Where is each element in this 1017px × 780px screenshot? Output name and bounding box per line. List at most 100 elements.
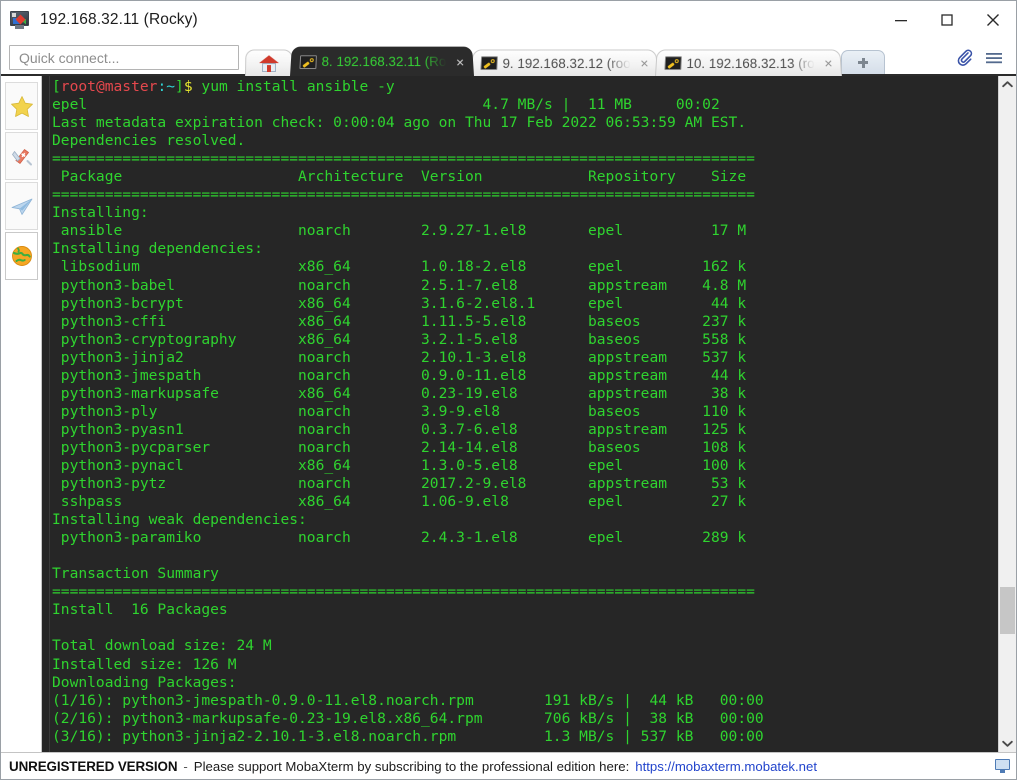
mobaxterm-website-link[interactable]: https://mobaxterm.mobatek.net <box>635 759 817 774</box>
terminal-line: ========================================… <box>52 583 755 601</box>
terminal-line: (2/16): python3-markupsafe-0.23-19.el8.x… <box>52 709 764 727</box>
terminal-line: python3-ply noarch 3.9-9.el8 baseos 110 … <box>52 402 747 420</box>
maximize-button[interactable] <box>924 1 970 39</box>
tab-session-10[interactable]: 10. 192.168.32.13 (ro × <box>654 49 843 76</box>
plus-icon <box>858 57 869 68</box>
terminal-line: python3-paramiko noarch 2.4.3-1.el8 epel… <box>52 529 747 547</box>
window-controls <box>878 1 1016 39</box>
terminal-line: epel 4.7 MB/s | 11 MB 00:02 <box>52 96 720 114</box>
sidebar-item-favorites[interactable] <box>5 82 38 130</box>
star-icon <box>10 95 33 117</box>
scrollbar-up-button[interactable] <box>999 76 1016 93</box>
terminal-line: (1/16): python3-jmespath-0.9.0-11.el8.no… <box>52 691 764 709</box>
ssh-key-icon <box>480 56 498 71</box>
sidebar-item-tools[interactable] <box>5 132 38 180</box>
home-icon <box>259 54 279 72</box>
tab-session-8[interactable]: 8. 192.168.32.11 (Ro × <box>290 46 474 76</box>
terminal-line: Transaction Summary <box>52 565 219 583</box>
scrollbar-thumb[interactable] <box>1000 587 1015 634</box>
tab-label: 10. 192.168.32.13 (ro <box>686 55 815 71</box>
terminal-left-gutter <box>42 76 50 752</box>
status-message: Please support MobaXterm by subscribing … <box>193 758 630 774</box>
scrollbar-track[interactable] <box>999 93 1016 735</box>
sidebar-item-sftp-send[interactable] <box>5 182 38 230</box>
prompt-sigil: $ <box>183 78 193 95</box>
status-dash: - <box>183 758 188 774</box>
globe-icon <box>11 246 32 266</box>
close-button[interactable] <box>970 1 1016 39</box>
main-body: [root@master:~]$ yum install ansible -y … <box>1 76 1016 752</box>
terminal-line: ========================================… <box>52 186 755 204</box>
close-icon <box>987 14 999 26</box>
ssh-key-icon <box>299 54 317 69</box>
attach-file-button[interactable] <box>953 46 979 70</box>
tab-session-9[interactable]: 9. 192.168.32.12 (roo × <box>470 49 658 76</box>
tab-home[interactable] <box>245 49 293 76</box>
tab-close-button[interactable]: × <box>820 55 837 71</box>
window-title: 192.168.32.11 (Rocky) <box>40 11 198 28</box>
prompt-command: yum install ansible -y <box>192 78 395 95</box>
terminal-line: python3-jmespath noarch 0.9.0-11.el8 app… <box>52 366 747 384</box>
display-icon[interactable] <box>995 759 1010 773</box>
scrollbar-down-button[interactable] <box>999 735 1016 752</box>
tab-label: 8. 192.168.32.11 (Ro <box>321 54 447 70</box>
terminal-output[interactable]: [root@master:~]$ yum install ansible -y … <box>50 76 998 752</box>
terminal-line: Last metadata expiration check: 0:00:04 … <box>52 114 747 132</box>
left-sidebar <box>1 76 42 752</box>
tab-close-button[interactable]: × <box>636 55 653 71</box>
hamburger-menu-icon <box>986 53 1002 64</box>
terminal-line: Installed size: 126 M <box>52 655 237 673</box>
unregistered-label: UNREGISTERED VERSION <box>9 758 178 774</box>
paper-plane-icon <box>11 198 32 215</box>
terminal-line: python3-pyasn1 noarch 0.3.7-6.el8 appstr… <box>52 420 747 438</box>
terminal-line: Package Architecture Version Repository … <box>52 168 747 186</box>
tab-close-button[interactable]: × <box>452 54 469 70</box>
chevron-up-icon <box>1002 81 1013 88</box>
swiss-army-knife-icon <box>11 148 32 165</box>
main-menu-button[interactable] <box>981 46 1007 70</box>
terminal-line: python3-bcrypt x86_64 3.1.6-2.el8.1 epel… <box>52 294 747 312</box>
status-bar: UNREGISTERED VERSION - Please support Mo… <box>1 752 1016 779</box>
terminal-scrollbar[interactable] <box>998 76 1016 752</box>
title-bar: 192.168.32.11 (Rocky) <box>1 1 1016 39</box>
terminal-line: Dependencies resolved. <box>52 132 246 150</box>
terminal-line: python3-babel noarch 2.5.1-7.el8 appstre… <box>52 276 747 294</box>
terminal-line: libsodium x86_64 1.0.18-2.el8 epel 162 k <box>52 258 747 276</box>
terminal-line: Install 16 Packages <box>52 601 228 619</box>
prompt-bracket-open: [ <box>52 78 61 95</box>
mobaxterm-logo-icon <box>10 10 31 30</box>
maximize-icon <box>941 14 953 26</box>
terminal-prompt-line: [root@master:~]$ yum install ansible -y <box>52 78 998 96</box>
prompt-bracket-close: ] <box>175 78 184 95</box>
prompt-user-host: root@master <box>60 78 158 95</box>
terminal-line: python3-markupsafe x86_64 0.23-19.el8 ap… <box>52 384 747 402</box>
minimize-button[interactable] <box>878 1 924 39</box>
minimize-icon <box>895 20 907 22</box>
chevron-down-icon <box>1002 740 1013 747</box>
terminal-line: ansible noarch 2.9.27-1.el8 epel 17 M <box>52 222 747 240</box>
new-tab-button[interactable] <box>841 50 886 74</box>
paperclip-icon <box>957 49 973 66</box>
terminal-line: ========================================… <box>52 150 755 168</box>
prompt-path: :~ <box>157 78 176 95</box>
terminal-panel: [root@master:~]$ yum install ansible -y … <box>42 76 998 752</box>
title-bar-left: 192.168.32.11 (Rocky) <box>1 10 198 30</box>
terminal-line: python3-cffi x86_64 1.11.5-5.el8 baseos … <box>52 312 747 330</box>
tab-strip: Quick connect... 8. 192.168.32.11 (Ro × … <box>1 39 1016 76</box>
quick-connect-input[interactable]: Quick connect... <box>9 45 239 70</box>
terminal-line: Installing weak dependencies: <box>52 511 307 529</box>
tabs-container: 8. 192.168.32.11 (Ro × 9. 192.168.32.12 … <box>245 39 947 76</box>
ssh-key-icon <box>664 56 682 71</box>
terminal-line: Total download size: 24 M <box>52 637 272 655</box>
terminal-line: python3-cryptography x86_64 3.2.1-5.el8 … <box>52 330 747 348</box>
terminal-line: sshpass x86_64 1.06-9.el8 epel 27 k <box>52 493 747 511</box>
terminal-line: python3-pycparser noarch 2.14-14.el8 bas… <box>52 438 747 456</box>
terminal-line: python3-pynacl x86_64 1.3.0-5.el8 epel 1… <box>52 456 747 474</box>
terminal-line: python3-pytz noarch 2017.2-9.el8 appstre… <box>52 475 747 493</box>
terminal-line: Installing dependencies: <box>52 240 263 258</box>
sidebar-item-web[interactable] <box>5 232 38 280</box>
mobaxterm-window: 192.168.32.11 (Rocky) Quick connect... 8… <box>0 0 1017 780</box>
toolbar-right <box>947 46 1016 76</box>
